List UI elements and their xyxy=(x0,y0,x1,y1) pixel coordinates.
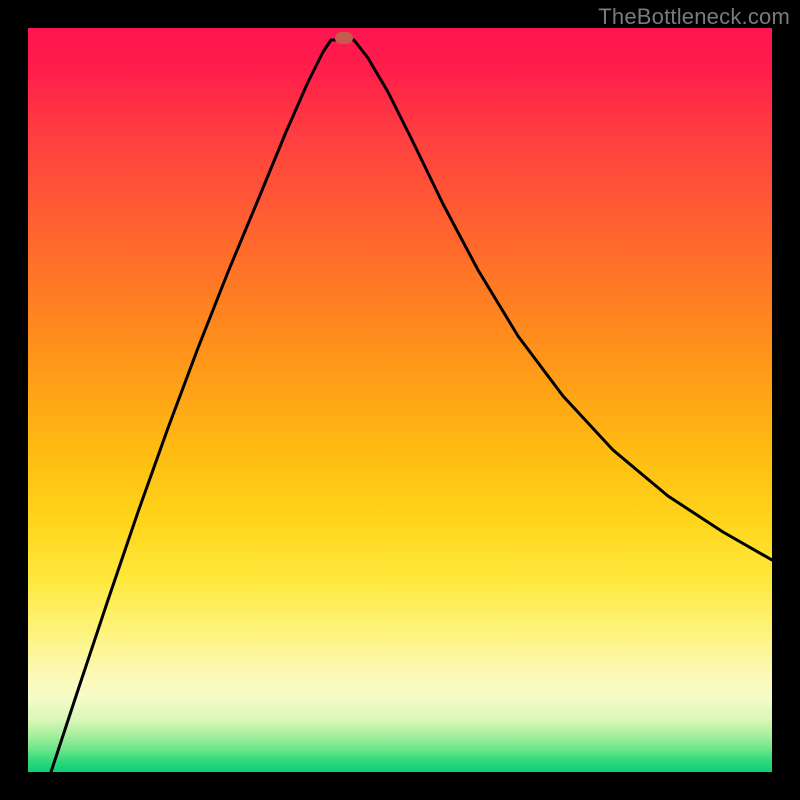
bottleneck-curve xyxy=(28,28,772,772)
curve-path xyxy=(51,40,772,772)
optimal-point-marker xyxy=(335,32,353,44)
plot-area xyxy=(28,28,772,772)
watermark-text: TheBottleneck.com xyxy=(598,4,790,30)
chart-frame: TheBottleneck.com xyxy=(0,0,800,800)
